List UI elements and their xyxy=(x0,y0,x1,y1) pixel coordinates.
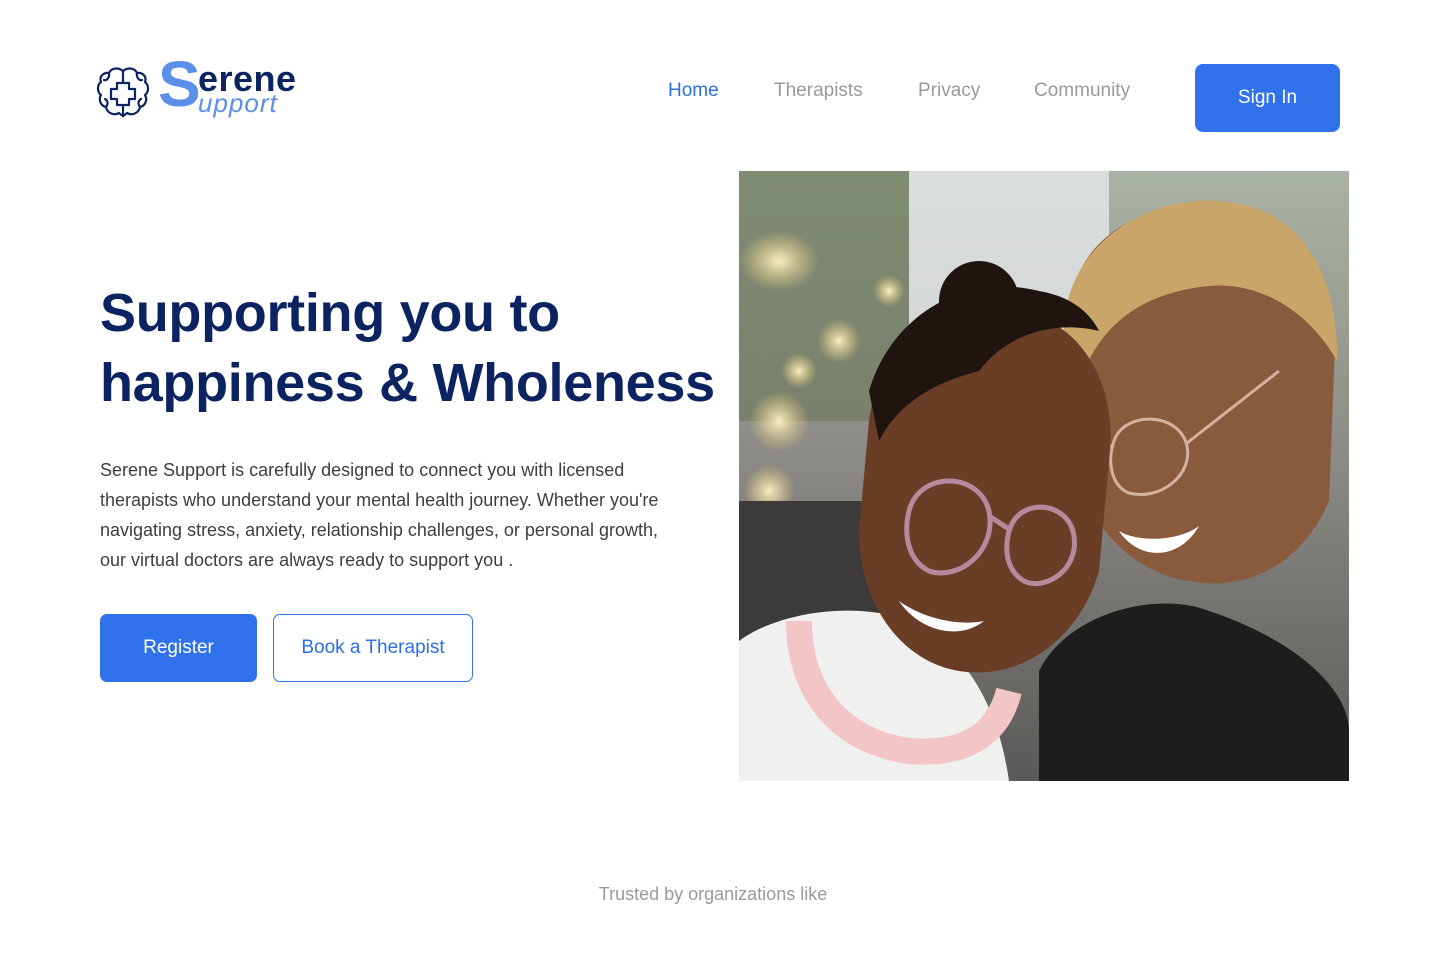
nav-privacy[interactable]: Privacy xyxy=(918,80,980,102)
nav-community[interactable]: Community xyxy=(1034,80,1130,102)
landing-page: S erene upport Home Therapists Privacy C… xyxy=(0,0,1440,960)
book-therapist-button[interactable]: Book a Therapist xyxy=(273,614,473,682)
hero-title-line-1: Supporting you to xyxy=(100,283,560,343)
brain-cross-icon xyxy=(96,67,150,118)
nav-home[interactable]: Home xyxy=(668,80,719,102)
hero-description: Serene Support is carefully designed to … xyxy=(100,460,659,570)
logo-initial: S xyxy=(158,48,201,120)
hero-title-line-2: happiness & Wholeness xyxy=(100,353,715,413)
sign-in-button[interactable]: Sign In xyxy=(1195,64,1340,132)
nav-therapists[interactable]: Therapists xyxy=(774,80,863,102)
hero-photo xyxy=(739,171,1349,781)
trusted-by-label: Trusted by organizations like xyxy=(598,884,828,904)
logo-word-bottom: upport xyxy=(198,88,278,118)
hero-title: Supporting you to happiness & Wholeness xyxy=(100,278,720,418)
register-button[interactable]: Register xyxy=(100,614,257,682)
